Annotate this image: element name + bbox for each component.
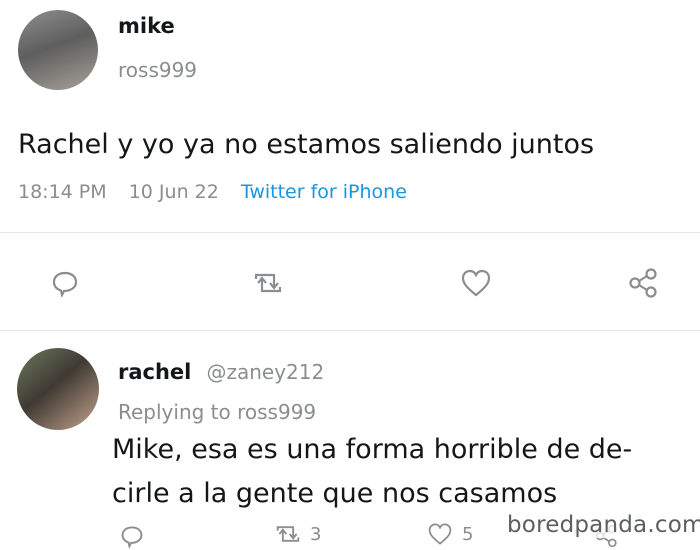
reply-icon[interactable] [118, 522, 146, 550]
reply-header: rachel @zaney212 [118, 360, 324, 384]
tweet-time: 18:14 PM [18, 181, 107, 203]
divider [0, 232, 700, 233]
tweet-meta: 18:14 PM 10 Jun 22 Twitter for iPhone [18, 181, 407, 203]
rachel-name[interactable]: rachel [118, 360, 191, 384]
reply-retweet[interactable]: 3 [272, 522, 321, 546]
reply-text-line-2: cirle a la gente que nos casamos [112, 478, 558, 509]
like-count: 5 [462, 523, 474, 545]
rachel-handle[interactable]: @zaney212 [206, 360, 324, 384]
heart-icon[interactable] [458, 265, 494, 301]
reply-like[interactable]: 5 [426, 522, 473, 546]
reply-text-line-1: Mike, esa es una forma horrible de de- [112, 434, 633, 465]
tweet-date: 10 Jun 22 [128, 181, 219, 203]
heart-icon[interactable] [426, 522, 454, 546]
reply-text: Mike, esa es una forma horrible de de- c… [112, 428, 632, 516]
reply-icon[interactable] [48, 266, 82, 300]
tweet-source[interactable]: Twitter for iPhone [241, 181, 407, 203]
retweet-count: 3 [310, 523, 322, 545]
mike-avatar[interactable] [18, 10, 98, 90]
mike-handle[interactable]: ross999 [118, 58, 197, 82]
replying-to[interactable]: Replying to ross999 [118, 400, 316, 424]
mike-name[interactable]: mike [118, 14, 175, 38]
divider [0, 330, 700, 331]
retweet-icon[interactable] [272, 522, 304, 546]
tweet-text: Rachel y yo ya no estamos saliendo junto… [18, 129, 595, 160]
share-icon[interactable] [626, 265, 662, 301]
watermark: boredpanda.com [507, 512, 700, 538]
retweet-icon[interactable] [248, 266, 288, 300]
rachel-avatar[interactable] [17, 348, 99, 430]
